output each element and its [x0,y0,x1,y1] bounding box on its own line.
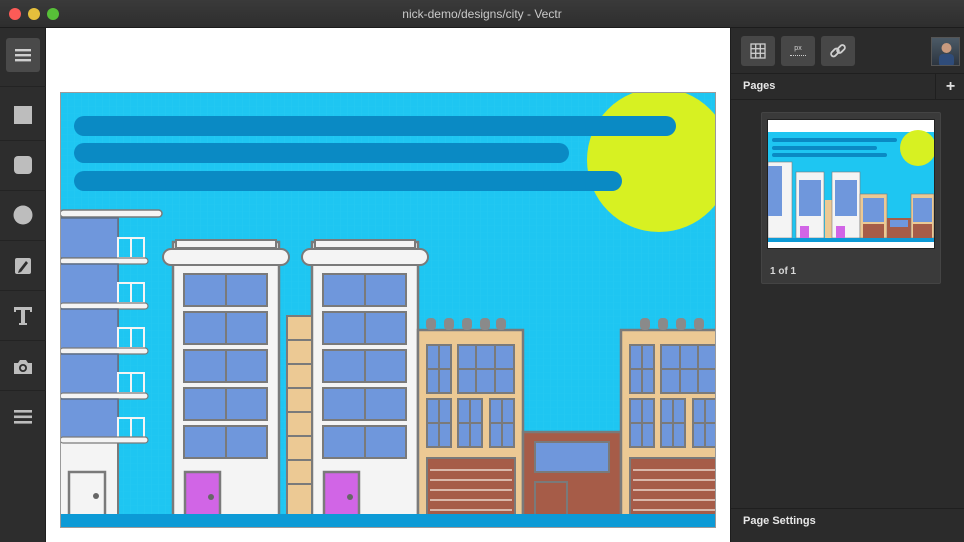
page-settings-header[interactable]: Page Settings [731,508,964,542]
grid-toggle-button[interactable] [741,36,775,66]
rectangle-tool-icon [14,106,32,124]
text-tool-icon [14,307,32,325]
pages-header: Pages + [731,74,964,100]
pixel-preview-icon: px [794,45,802,52]
toolbar-divider [0,290,46,291]
page-count: 1 of 1 [770,266,797,277]
view-options-bar: px [731,28,964,74]
toolbar-divider [0,190,46,191]
more-button[interactable] [6,400,40,434]
beige-building [416,318,525,520]
grid-icon [750,43,766,59]
rounded-rectangle-tool[interactable] [6,148,40,182]
more-icon [14,410,32,424]
design-canvas[interactable] [46,28,730,542]
text-tool[interactable] [6,299,40,333]
page-thumbnail[interactable] [767,119,936,249]
city-artboard[interactable] [60,92,716,528]
ellipse-tool[interactable] [6,198,40,232]
brown-building [521,430,623,520]
menu-icon [15,49,31,62]
pixel-preview-ruler [790,55,806,57]
image-tool[interactable] [6,350,40,384]
window-title: nick-demo/designs/city - Vectr [402,7,562,21]
rounded-rectangle-tool-icon [14,156,32,174]
pen-tool[interactable] [6,249,40,283]
right-panel: px Pages + 1 of 1 Page Settings [730,28,964,542]
add-page-button[interactable]: + [935,74,964,100]
link-icon [830,44,846,58]
pages-title: Pages [743,80,776,92]
toolbar-divider [0,140,46,141]
toolbar-divider [0,240,46,241]
beige-building-right [619,318,716,520]
image-tool-icon [14,360,32,374]
page-card[interactable]: 1 of 1 [761,112,941,284]
title-bar: nick-demo/designs/city - Vectr [0,0,964,28]
narrow-tower [286,315,313,519]
rectangle-tool[interactable] [6,98,40,132]
toolbar-divider [0,340,46,341]
avatar[interactable] [931,37,960,66]
toolbar-divider [0,86,46,87]
toolbar-divider [0,390,46,391]
link-button[interactable] [821,36,855,66]
menu-button[interactable] [6,38,40,72]
ellipse-tool-icon [13,205,33,225]
cloud-stripe [74,171,622,191]
user-avatar-icon [939,43,954,65]
cloud-stripe [74,143,569,163]
white-tower-left [162,239,290,520]
pixel-preview-button[interactable]: px [781,36,815,66]
tool-sidebar [0,28,46,542]
app-window: nick-demo/designs/city - Vectr px Pages … [0,0,964,542]
pen-tool-icon [15,258,31,274]
page-settings-title: Page Settings [743,515,816,527]
page-thumbnail-preview [767,130,936,242]
ground [60,514,716,528]
white-tower-right [301,239,429,520]
cloud-stripe [74,116,676,136]
